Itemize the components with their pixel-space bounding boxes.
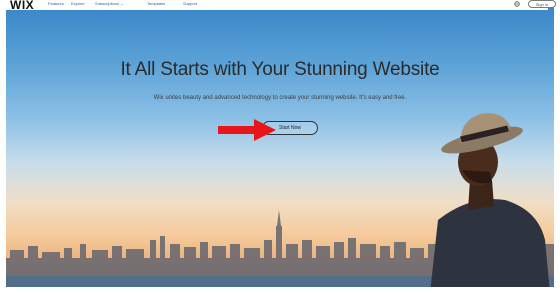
hero-subtitle: Wix unites beauty and advanced technolog… <box>153 95 407 101</box>
sign-in-button[interactable]: Sign In <box>528 0 556 8</box>
nav-templates[interactable]: Templates <box>147 1 165 6</box>
arrow-head <box>254 119 276 141</box>
hero-headline: It All Starts with Your Stunning Website <box>120 59 440 80</box>
wix-logo[interactable]: WIX <box>10 0 34 12</box>
nav-explore[interactable]: Explore <box>71 1 85 6</box>
nav-subscriptions[interactable]: Subscriptions ⌄ <box>95 1 123 6</box>
top-navigation-bar: WIX Features Explore Subscriptions ⌄ Tem… <box>0 0 556 12</box>
red-arrow-annotation <box>218 119 276 141</box>
nav-support[interactable]: Support <box>183 1 197 6</box>
globe-icon[interactable] <box>514 1 520 7</box>
arrow-shaft <box>218 126 256 134</box>
man-with-hat-photo <box>430 113 550 287</box>
nav-features[interactable]: Features <box>48 1 64 6</box>
hero-background <box>6 6 554 287</box>
